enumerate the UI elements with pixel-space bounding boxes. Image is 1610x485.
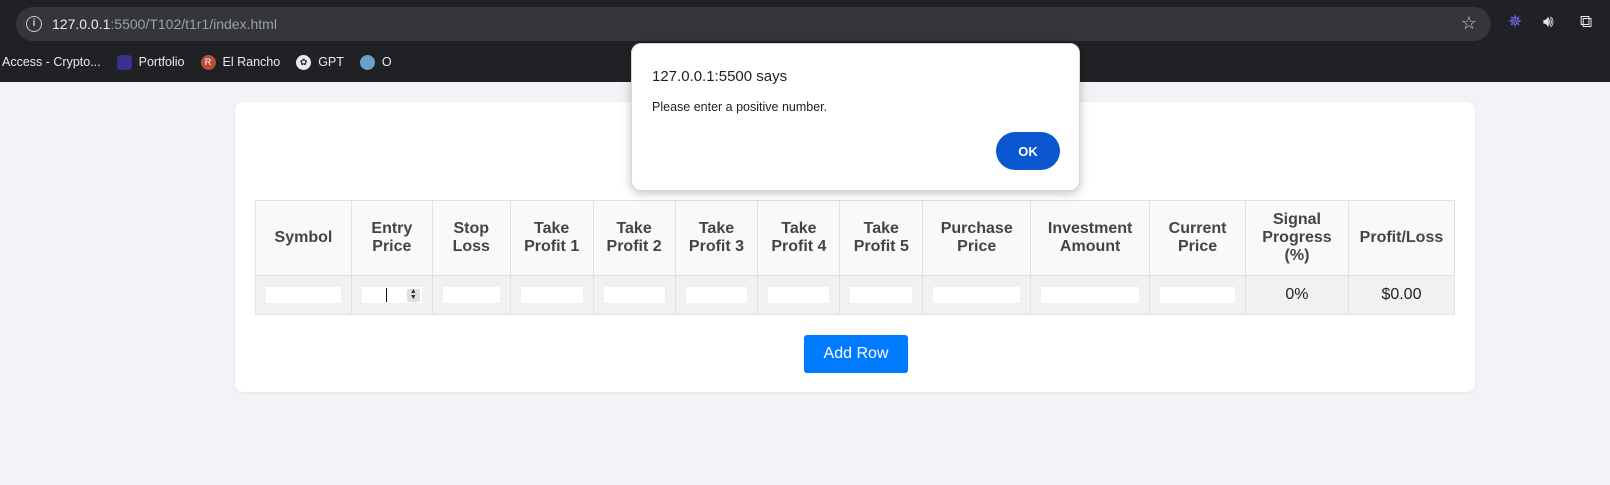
header-take-profit-2: Take Profit 2 [592, 200, 676, 276]
alert-message: Please enter a positive number. [652, 100, 828, 114]
take-profit-1-input[interactable] [519, 285, 584, 304]
cell-investment-amount [1030, 275, 1151, 315]
portfolio-icon [116, 54, 132, 70]
add-row-button[interactable]: Add Row [804, 335, 908, 373]
entry-price-input[interactable]: ▲ ▼ [360, 286, 423, 304]
purchase-price-input[interactable] [932, 285, 1022, 304]
signals-table: Symbol Entry Price Stop Loss Take Profit… [255, 200, 1456, 315]
bookmark-gpt[interactable]: ✿ GPT [296, 54, 344, 70]
cell-current-price [1149, 275, 1246, 315]
url-text[interactable]: 127.0.0.1:5500/T102/t1r1/index.html [52, 16, 277, 32]
o-icon [359, 54, 375, 70]
header-signal-progress: Signal Progress (%) [1245, 200, 1349, 276]
url-host: 127.0.0.1 [52, 16, 111, 32]
cell-take-profit-3 [674, 275, 759, 315]
cell-profit-loss: $0.00 [1347, 275, 1456, 315]
site-info-icon[interactable]: i [26, 16, 42, 32]
cell-take-profit-5 [839, 275, 924, 315]
symbol-input[interactable] [265, 285, 342, 304]
bookmark-star-icon[interactable]: ☆ [1461, 13, 1477, 34]
cell-symbol [255, 275, 352, 315]
header-profit-loss: Profit/Loss [1347, 200, 1456, 276]
header-entry-price: Entry Price [350, 200, 433, 276]
cell-take-profit-4 [757, 275, 841, 315]
header-symbol: Symbol [255, 200, 352, 276]
header-current-price: Current Price [1149, 200, 1246, 276]
cell-entry-price: ▲ ▼ [350, 275, 433, 315]
address-bar[interactable]: i 127.0.0.1:5500/T102/t1r1/index.html ☆ [16, 7, 1491, 41]
extension-icon[interactable]: ✵ [1508, 12, 1522, 32]
alert-ok-button[interactable]: OK [996, 132, 1060, 170]
table-header-row: Symbol Entry Price Stop Loss Take Profit… [255, 200, 1456, 276]
bookmark-portfolio[interactable]: Portfolio [116, 54, 185, 70]
bookmark-label: Portfolio [138, 55, 185, 69]
header-take-profit-3: Take Profit 3 [674, 200, 759, 276]
take-profit-2-input[interactable] [602, 285, 666, 304]
take-profit-4-input[interactable] [767, 285, 831, 304]
text-caret [385, 288, 387, 302]
bookmark-label: Access - Crypto... [2, 55, 101, 69]
take-profit-5-input[interactable] [849, 285, 914, 304]
el-rancho-icon: R [200, 54, 216, 70]
alert-title: 127.0.0.1:5500 says [652, 68, 788, 85]
url-path: :5500/T102/t1r1/index.html [110, 16, 277, 32]
alert-dialog: 127.0.0.1:5500 says Please enter a posit… [631, 43, 1080, 191]
header-take-profit-5: Take Profit 5 [839, 200, 924, 276]
cell-purchase-price [922, 275, 1032, 315]
puzzle-icon[interactable]: ⧉ [1580, 12, 1592, 32]
header-purchase-price: Purchase Price [922, 200, 1032, 276]
bookmark-label: El Rancho [222, 55, 281, 69]
header-take-profit-4: Take Profit 4 [757, 200, 841, 276]
header-stop-loss: Stop Loss [431, 200, 511, 276]
header-investment-amount: Investment Amount [1030, 200, 1151, 276]
take-profit-3-input[interactable] [684, 285, 749, 304]
stop-loss-input[interactable] [441, 285, 501, 304]
bookmark-access-crypto[interactable]: Access - Crypto... [2, 55, 101, 69]
bookmarks-bar: Access - Crypto... Portfolio R El Rancho… [0, 51, 408, 73]
spinner-arrows-icon[interactable]: ▲ ▼ [406, 288, 420, 302]
bookmark-label: GPT [318, 55, 344, 69]
bookmark-o[interactable]: O [359, 54, 392, 70]
investment-amount-input[interactable] [1040, 285, 1141, 304]
cell-take-profit-1 [509, 275, 594, 315]
table-row: ▲ ▼ 0% $0.00 [255, 275, 1456, 315]
bookmark-el-rancho[interactable]: R El Rancho [200, 54, 281, 70]
cell-take-profit-2 [592, 275, 676, 315]
speaker-icon[interactable]: 🔊︎ [1543, 12, 1554, 32]
header-take-profit-1: Take Profit 1 [509, 200, 594, 276]
cell-signal-progress: 0% [1245, 275, 1349, 315]
openai-icon: ✿ [296, 54, 312, 70]
bookmark-label: O [381, 55, 392, 69]
cell-stop-loss [431, 275, 511, 315]
current-price-input[interactable] [1159, 285, 1236, 304]
